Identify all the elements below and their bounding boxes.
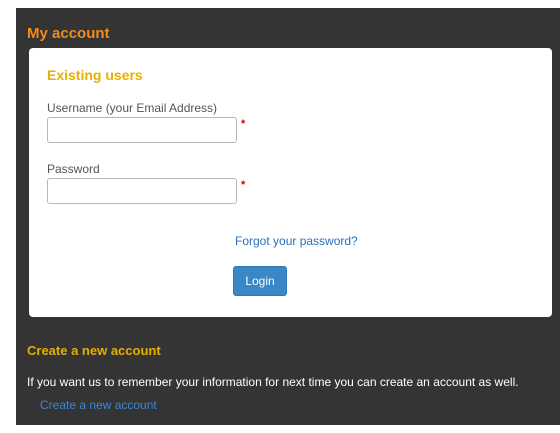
- page-title: My account: [27, 25, 110, 42]
- existing-users-heading: Existing users: [47, 67, 143, 83]
- create-account-description: If you want us to remember your informat…: [27, 375, 519, 389]
- existing-users-card: Existing users Username (your Email Addr…: [29, 48, 552, 317]
- create-account-heading: Create a new account: [27, 343, 161, 358]
- create-account-link[interactable]: Create a new account: [40, 398, 157, 412]
- password-required-marker: *: [241, 179, 246, 191]
- password-input[interactable]: [47, 178, 237, 204]
- login-button[interactable]: Login: [233, 266, 287, 296]
- forgot-password-link[interactable]: Forgot your password?: [235, 234, 358, 248]
- username-input[interactable]: [47, 117, 237, 143]
- password-label: Password: [47, 162, 100, 176]
- username-label: Username (your Email Address): [47, 101, 218, 115]
- my-account-panel: My account Existing users Username (your…: [16, 8, 560, 425]
- username-required-marker: *: [241, 118, 246, 130]
